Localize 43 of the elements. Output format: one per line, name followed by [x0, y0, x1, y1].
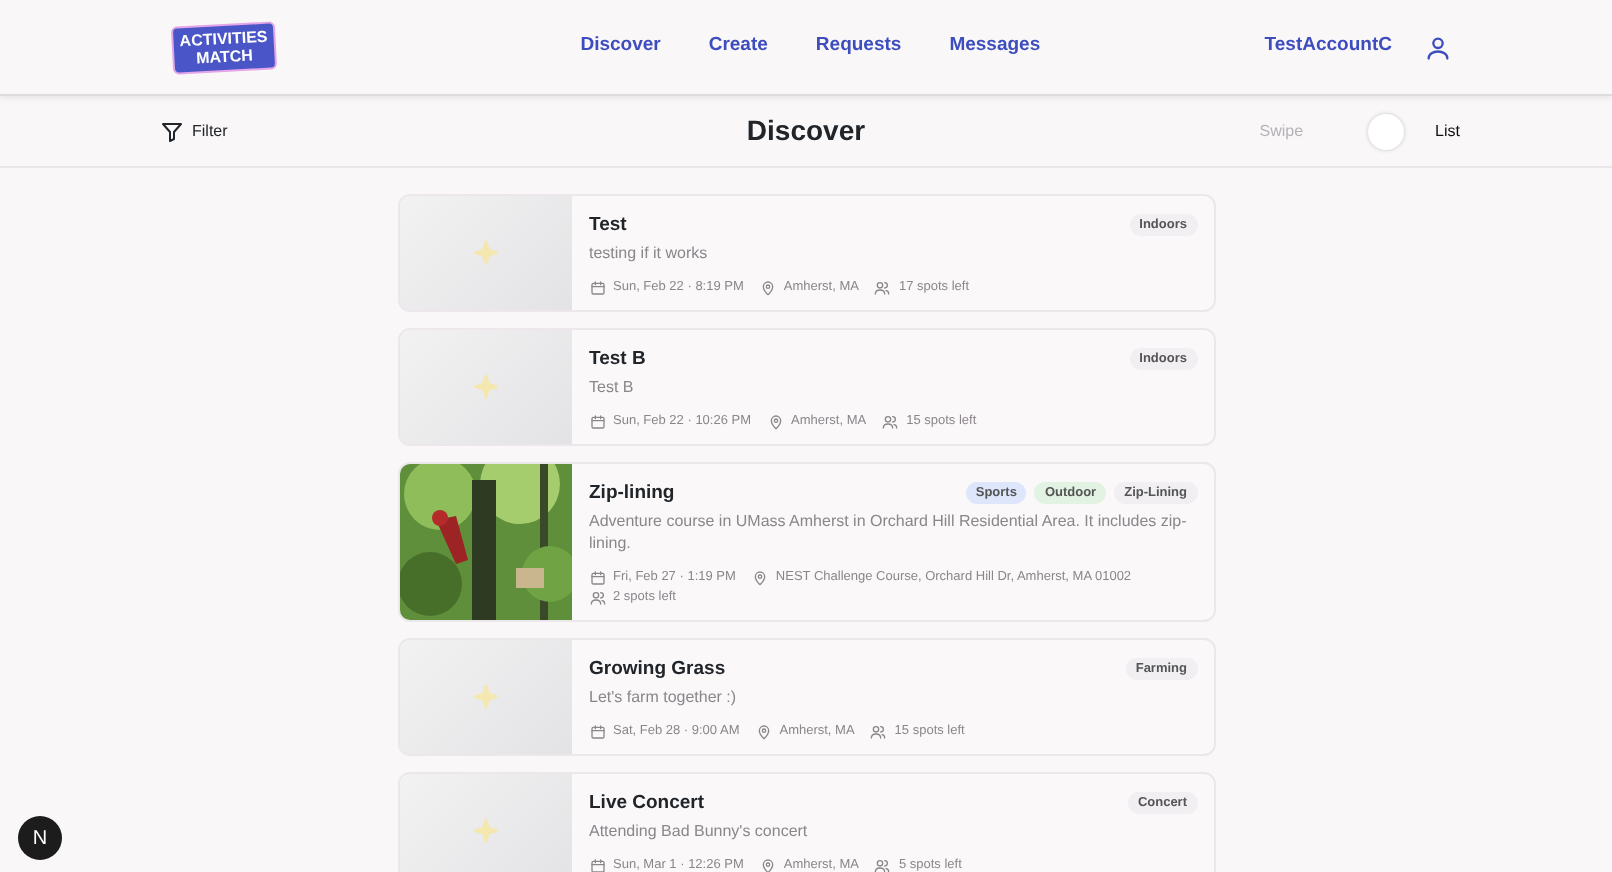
view-toggle[interactable] — [1367, 113, 1404, 149]
logo[interactable]: ACTIVITIES MATCH — [170, 20, 278, 74]
activity-title: Growing Grass — [589, 658, 726, 682]
location-pin-icon — [767, 413, 784, 429]
activity-title: Test B — [589, 348, 646, 372]
activity-title: Zip-lining — [589, 482, 675, 506]
activity-description: Attending Bad Bunny's concert — [589, 820, 810, 842]
nav-link[interactable]: Messages — [949, 32, 1041, 62]
calendar-icon — [589, 723, 605, 739]
filter-icon — [160, 119, 184, 143]
view-mode-option[interactable]: List — [1435, 119, 1460, 143]
calendar-icon — [589, 413, 605, 429]
activity-title: Live Concert — [589, 792, 705, 816]
people-icon — [874, 279, 891, 295]
sparkle-icon — [469, 815, 501, 847]
calendar-icon — [589, 857, 605, 872]
activity-description: Test B — [589, 376, 636, 398]
location-pin-icon — [759, 857, 776, 872]
sparkle-icon — [469, 371, 501, 403]
activity-description: Adventure course in UMass Amherst in Orchard Hill Residential Area. It includes zip-lining. — [589, 510, 1189, 554]
people-icon — [870, 723, 887, 739]
filter-button[interactable]: Filter — [160, 119, 228, 143]
nav-link[interactable]: Create — [708, 32, 768, 62]
location-pin-icon — [751, 569, 768, 585]
location-pin-icon — [759, 279, 776, 295]
activity-card[interactable] — [397, 462, 1215, 622]
location-pin-icon — [755, 723, 772, 739]
dev-tools-button[interactable]: N — [18, 816, 62, 860]
calendar-icon — [589, 569, 605, 585]
activity-title: Test — [589, 214, 627, 238]
calendar-icon — [589, 279, 605, 295]
sparkle-icon — [469, 237, 501, 269]
people-icon — [882, 413, 899, 429]
people-icon — [589, 589, 605, 605]
user-icon[interactable] — [1424, 33, 1452, 61]
page-title: Discover — [746, 112, 866, 150]
nav-link[interactable]: Requests — [815, 32, 902, 62]
people-icon — [874, 857, 891, 872]
sparkle-icon — [469, 681, 501, 713]
activity-description: Let's farm together :) — [589, 686, 739, 708]
nav-link[interactable]: Discover — [580, 32, 661, 62]
activity-description: testing if it works — [589, 242, 710, 264]
account-link[interactable]: TestAccountC — [1264, 32, 1392, 62]
